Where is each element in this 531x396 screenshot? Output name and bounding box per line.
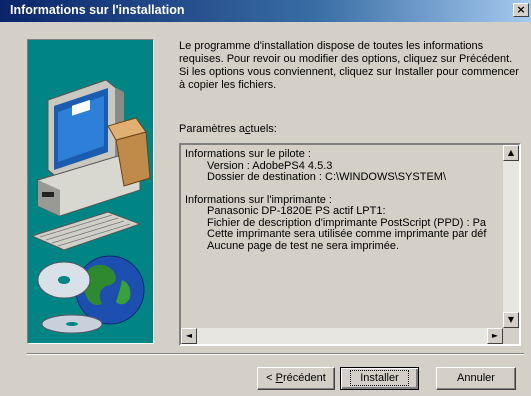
printer-name: Panasonic DP-1820E PS actif LPT1: — [207, 205, 386, 217]
separator — [27, 353, 524, 355]
driver-header: Informations sur le pilote : — [185, 148, 311, 160]
installer-dialog: Informations sur l'installation × Le pro… — [0, 0, 531, 396]
intro-text: Le programme d'installation dispose de t… — [179, 40, 519, 91]
printer-default: Cette imprimante sera utilisée comme imp… — [207, 228, 487, 240]
params-label: Paramètres actuels: — [179, 123, 277, 135]
scroll-corner — [503, 328, 519, 344]
params-listbox[interactable]: Informations sur le pilote : Version : A… — [179, 143, 521, 346]
cancel-button[interactable]: Annuler — [436, 367, 516, 390]
vertical-scrollbar[interactable]: ▲ ▼ — [503, 145, 519, 328]
install-button[interactable]: Installer — [340, 367, 419, 390]
params-content: Informations sur le pilote : Version : A… — [181, 145, 503, 328]
scroll-up-icon[interactable]: ▲ — [503, 145, 519, 161]
scroll-down-icon[interactable]: ▼ — [503, 312, 519, 328]
close-button[interactable]: × — [513, 3, 529, 17]
setup-illustration — [27, 39, 154, 344]
window-title: Informations sur l'installation — [10, 3, 185, 17]
printer-test-page: Aucune page de test ne sera imprimée. — [207, 239, 400, 252]
driver-destination: Dossier de destination : C:\WINDOWS\SYST… — [207, 171, 447, 183]
horizontal-scrollbar[interactable]: ◄ ► — [181, 328, 503, 344]
title-bar[interactable]: Informations sur l'installation × — [0, 0, 531, 22]
computer-cd-globe-illustration — [30, 79, 151, 334]
back-button[interactable]: < Précédent — [257, 367, 335, 390]
scroll-right-icon[interactable]: ► — [487, 328, 503, 344]
scroll-left-icon[interactable]: ◄ — [181, 328, 197, 344]
